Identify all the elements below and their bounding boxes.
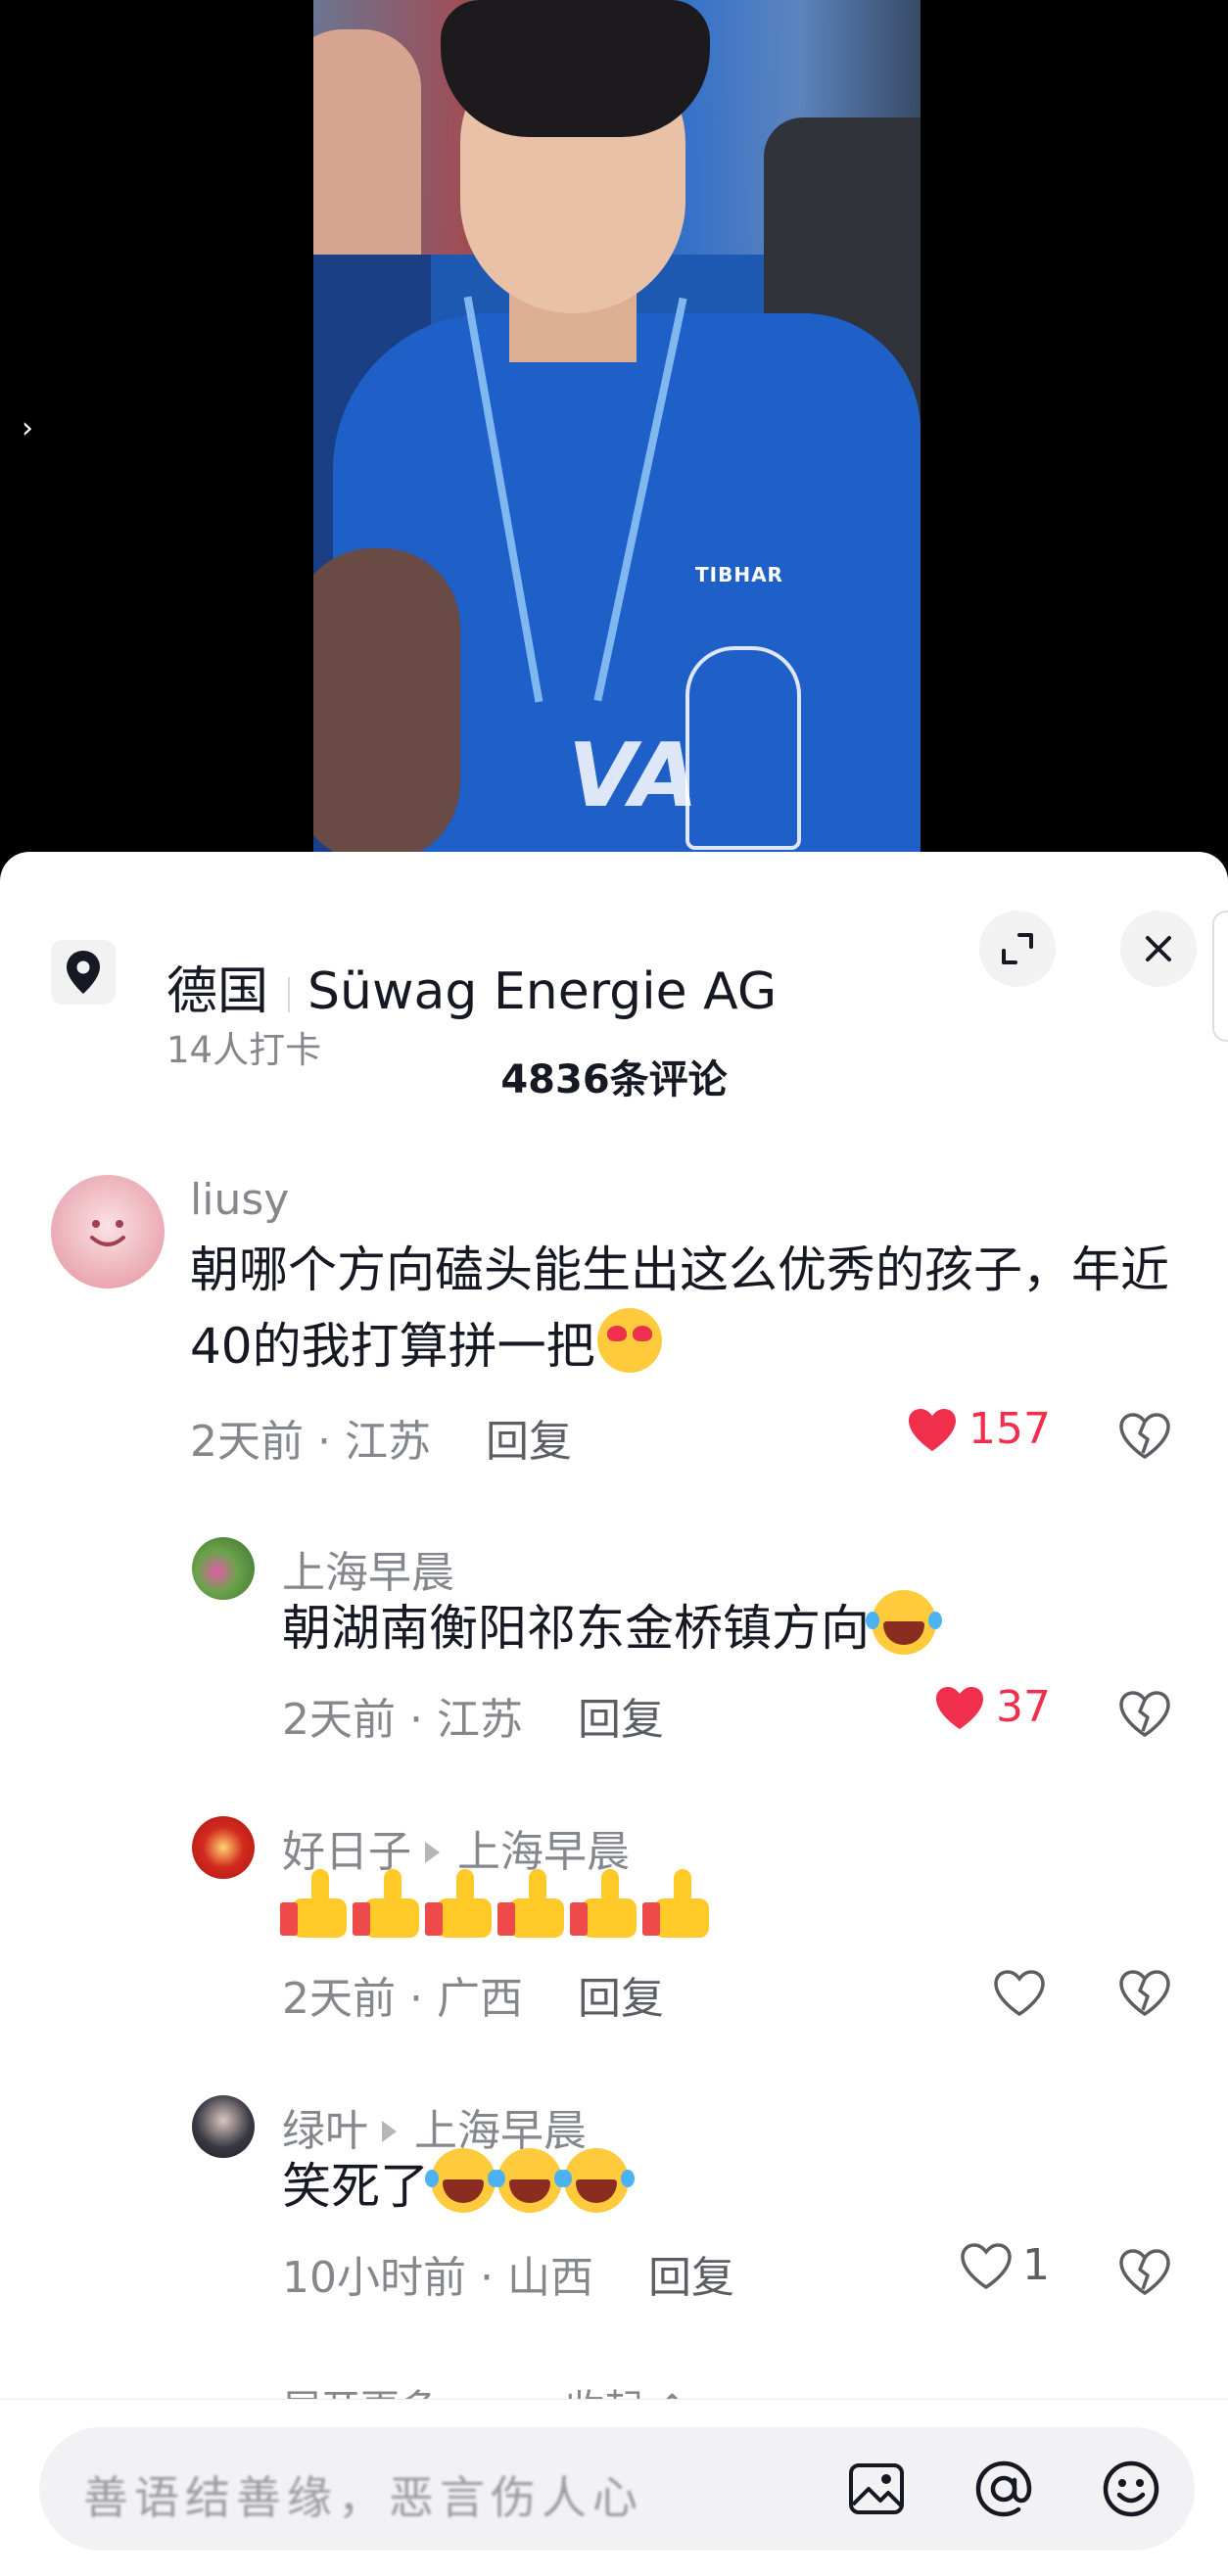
comment-time: 2天前 — [282, 1695, 396, 1745]
reply-button[interactable]: 回复 — [578, 1974, 664, 2024]
heart-outline-icon — [994, 1970, 1045, 2016]
like-button[interactable] — [993, 1969, 1046, 2016]
heart-eyes-emoji-icon — [596, 1308, 662, 1373]
video-player[interactable]: › TIBHAR VA — [0, 0, 1228, 852]
expand-button[interactable] — [979, 911, 1056, 987]
laughing-crying-emoji-icon — [558, 2148, 629, 2213]
comment-text: 朝湖南衡阳祁东金桥镇方向 — [282, 1590, 1163, 1666]
like-count: 157 — [968, 1404, 1051, 1454]
comments-count: 4836条评论 — [500, 1057, 728, 1102]
like-button[interactable]: 1 — [960, 2240, 1050, 2290]
image-icon — [849, 2463, 904, 2514]
close-button[interactable] — [1120, 911, 1197, 987]
comment-time: 2天前 — [282, 1974, 396, 2024]
comment-input-placeholder: 善语结善缘，恶言伤人心 — [83, 2471, 643, 2524]
comment-time: 2天前 — [190, 1417, 304, 1467]
comment-text: 朝哪个方向磕头能生出这么优秀的孩子，年近40的我打算拼一把 — [190, 1241, 1169, 1375]
comment-region: 山西 — [506, 2253, 593, 2303]
like-button[interactable]: 157 — [906, 1404, 1051, 1454]
video-frame: TIBHAR VA — [313, 0, 921, 852]
comment-username[interactable]: liusy — [190, 1175, 289, 1225]
broken-heart-icon — [1119, 1970, 1170, 2017]
avatar[interactable] — [192, 1816, 255, 1879]
image-button[interactable] — [842, 2455, 911, 2523]
comment-input-bar: 善语结善缘，恶言伤人心 — [0, 2399, 1228, 2576]
laughing-crying-emoji-icon — [492, 2148, 562, 2213]
avatar[interactable] — [192, 1537, 255, 1600]
heart-filled-icon — [909, 1408, 956, 1451]
location-pin-icon — [51, 940, 116, 1005]
comment-meta: 2天前 · 江苏 回复 — [282, 1695, 664, 1745]
comment-time: 10小时前 — [282, 2253, 466, 2303]
reply-arrow-icon — [382, 2121, 397, 2142]
like-button[interactable]: 37 — [933, 1682, 1051, 1732]
broken-heart-icon — [1119, 2249, 1170, 2296]
scroll-indicator — [1212, 911, 1228, 1042]
dislike-button[interactable] — [1118, 1412, 1171, 1463]
thumbs-up-emoji-icon — [280, 1869, 354, 1938]
comment-meta: 10小时前 · 山西 回复 — [282, 2253, 734, 2303]
chevron-right-icon[interactable]: › — [22, 411, 33, 445]
emoji-button[interactable] — [1097, 2455, 1165, 2523]
laughing-crying-emoji-icon — [866, 1590, 936, 1655]
comment-region: 广西 — [436, 1974, 523, 2024]
thumbs-up-emoji-icon — [425, 1869, 499, 1938]
thumbs-up-emoji-icon — [497, 1869, 572, 1938]
thumbs-up-emoji-icon — [570, 1869, 644, 1938]
like-count: 37 — [996, 1682, 1051, 1732]
location-title: 德国 Süwag Energie AG — [166, 950, 777, 1023]
avatar[interactable] — [192, 2095, 255, 2158]
thumbs-up-emoji-icon — [353, 1869, 427, 1938]
heart-outline-icon — [961, 2242, 1012, 2289]
at-sign-icon — [975, 2460, 1032, 2517]
reply-button[interactable]: 回复 — [648, 2253, 734, 2303]
reply-button[interactable]: 回复 — [486, 1417, 572, 1467]
avatar[interactable] — [51, 1175, 165, 1288]
dislike-button[interactable] — [1118, 1969, 1171, 2020]
thumbs-up-emoji-icon — [642, 1869, 717, 1938]
comment-input[interactable]: 善语结善缘，恶言伤人心 — [39, 2427, 1195, 2551]
comment-meta: 2天前 · 广西 回复 — [282, 1974, 664, 2024]
location-place: Süwag Energie AG — [307, 962, 778, 1021]
comment-region: 江苏 — [436, 1695, 523, 1745]
broken-heart-icon — [1119, 1691, 1170, 1738]
smiley-icon — [1103, 2460, 1159, 2517]
broken-heart-icon — [1119, 1413, 1170, 1460]
laughing-crying-emoji-icon — [425, 2148, 496, 2213]
comment-text — [280, 1869, 1163, 1945]
like-count: 1 — [1022, 2240, 1050, 2290]
close-icon — [1146, 936, 1171, 961]
comment-sheet: 德国 Süwag Energie AG 14人打卡 4836条评论 liusy 朝… — [0, 852, 1228, 2576]
comment-region: 江苏 — [344, 1417, 431, 1467]
heart-filled-icon — [936, 1686, 983, 1729]
location-country: 德国 — [166, 962, 269, 1021]
mention-button[interactable] — [969, 2455, 1038, 2523]
dislike-button[interactable] — [1118, 2248, 1171, 2299]
expand-icon — [1002, 933, 1033, 964]
shirt-brand: TIBHAR — [695, 563, 783, 586]
dislike-button[interactable] — [1118, 1690, 1171, 1741]
reply-arrow-icon — [425, 1842, 440, 1863]
comment-meta: 2天前 · 江苏 回复 — [190, 1417, 572, 1467]
reply-button[interactable]: 回复 — [578, 1695, 664, 1745]
comment-text: 笑死了 — [282, 2148, 1163, 2225]
